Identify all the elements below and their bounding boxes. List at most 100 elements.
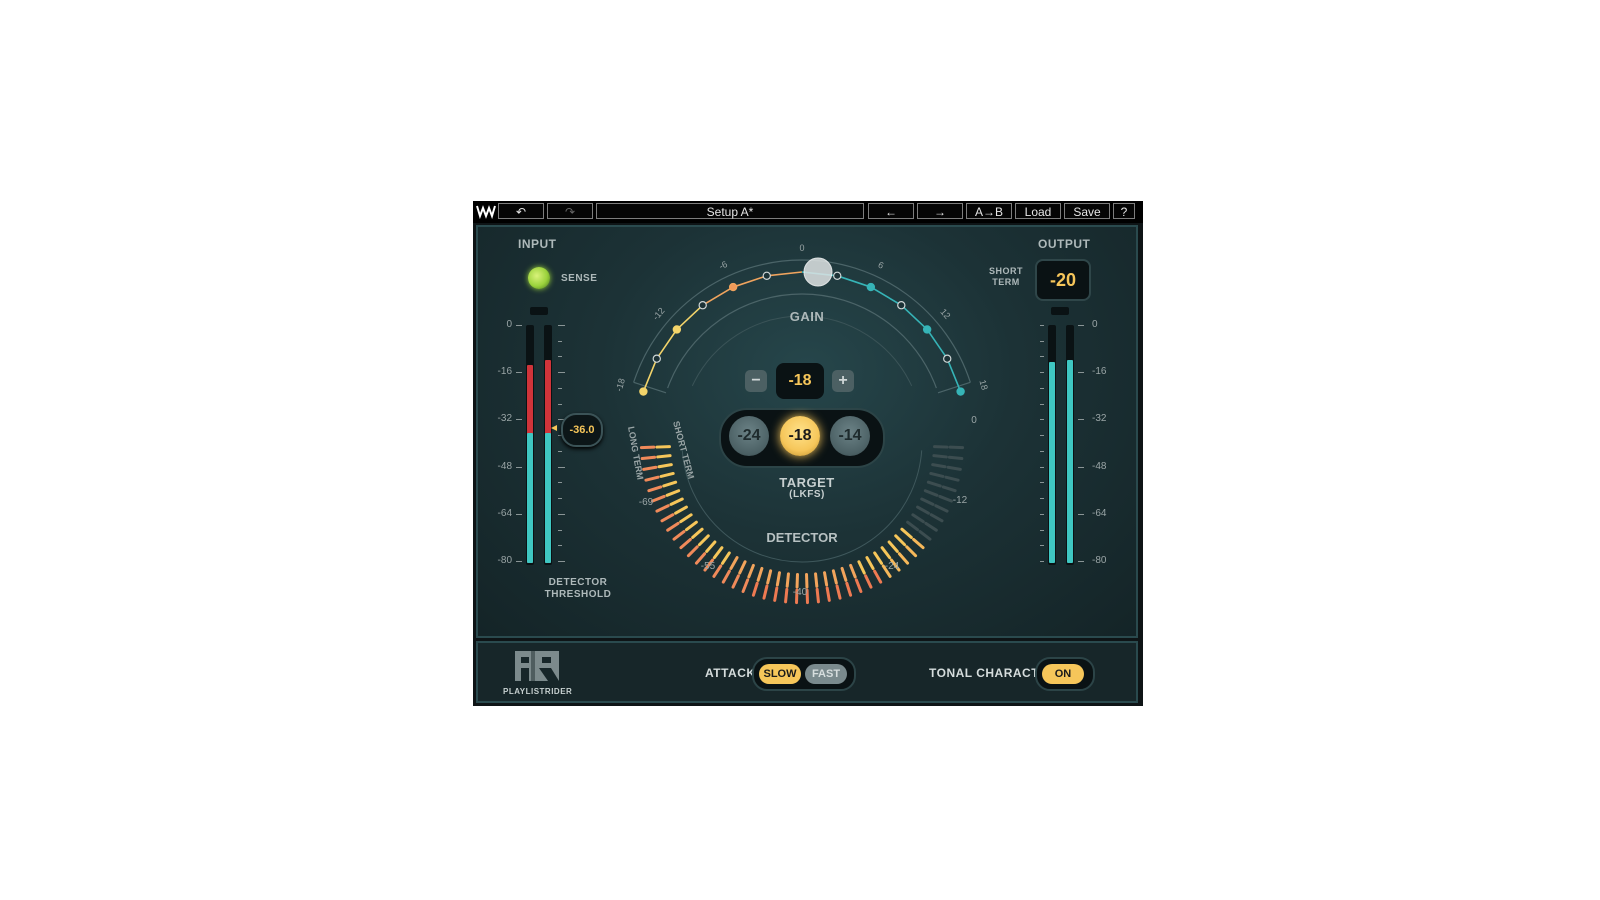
detector-threshold-knob[interactable]: -36.0	[561, 413, 603, 447]
detector-segment	[849, 563, 857, 579]
attack-fast-button[interactable]: FAST	[805, 664, 847, 684]
arrow-left-icon: ←	[885, 205, 897, 219]
brand-name: PLAYLISTRIDER	[503, 687, 573, 696]
scale-tick	[1078, 561, 1084, 562]
scale-tick	[516, 466, 522, 468]
detector-segment	[684, 520, 698, 532]
detector-segment	[665, 489, 681, 497]
threshold-tick	[558, 403, 562, 405]
output-tick	[1040, 325, 1044, 326]
output-tick	[1040, 340, 1044, 342]
scale-label: 0	[506, 319, 512, 330]
detector-segment	[912, 537, 925, 550]
detector-segment	[924, 521, 938, 532]
target-preset-14-button[interactable]: -14	[830, 416, 870, 456]
threshold-tick	[558, 498, 562, 500]
redo-button[interactable]: ↷	[547, 203, 593, 219]
detector-segment	[662, 480, 678, 488]
detector-segment	[938, 494, 953, 503]
sense-led[interactable]	[528, 267, 550, 289]
detector-segment	[731, 574, 740, 589]
output-tick	[1040, 450, 1044, 452]
detector-scale-label: -24	[885, 561, 900, 572]
scale-tick	[516, 372, 522, 374]
detector-segment	[825, 586, 831, 602]
target-preset-18-button[interactable]: -18	[780, 416, 820, 456]
target-minus-button[interactable]: −	[745, 370, 767, 392]
detector-segment	[686, 545, 699, 558]
playlistrider-plugin: ↶ ↷ Setup A* ← → A→B Load Save ? -18 -12 -…	[473, 201, 1143, 706]
output-tick	[1040, 419, 1044, 421]
scale-tick	[1078, 372, 1084, 374]
detector-segment	[931, 463, 947, 469]
detector-segment	[691, 527, 704, 539]
threshold-tick	[558, 356, 562, 358]
output-title: OUTPUT	[1038, 237, 1091, 251]
target-preset-24-button[interactable]: -24	[729, 416, 769, 456]
output-tick	[1040, 482, 1044, 484]
detector-segment	[873, 569, 883, 584]
detector-segment	[672, 530, 686, 541]
detector-segment	[660, 513, 675, 523]
detector-threshold-value: -36.0	[569, 424, 595, 436]
detector-segment	[835, 584, 842, 600]
detector-segment	[934, 504, 949, 513]
detector-segment	[640, 455, 657, 461]
scale-label: -32	[497, 413, 512, 425]
output-tick	[1040, 387, 1044, 389]
prev-setup-button[interactable]: ←	[868, 203, 914, 219]
load-button[interactable]: Load	[1015, 203, 1061, 219]
footer-bar: PLAYLISTRIDER ATTACK SLOW FAST TONAL CHA…	[476, 641, 1138, 703]
threshold-pointer-icon	[551, 425, 557, 431]
long-term-label: LONG TERM	[626, 426, 645, 481]
help-button[interactable]: ?	[1113, 203, 1135, 219]
detector-segment	[785, 572, 790, 588]
scale-label: -64	[1092, 507, 1107, 519]
detector-segment	[674, 505, 688, 515]
output-tick	[1040, 356, 1044, 358]
threshold-tick	[558, 561, 565, 562]
undo-button[interactable]: ↶	[498, 203, 544, 219]
detector-segment	[651, 494, 666, 503]
threshold-tick	[558, 325, 565, 326]
attack-label: ATTACK	[705, 666, 756, 680]
detector-segment	[857, 560, 866, 575]
scale-tick	[1078, 513, 1084, 515]
detector-segment	[659, 471, 675, 478]
detector-segment	[666, 521, 680, 532]
detector-segment	[823, 571, 829, 587]
detector-segment	[729, 556, 739, 570]
detector-scale-label: -40	[793, 587, 808, 598]
detector-segment	[941, 485, 957, 493]
plus-icon: +	[838, 372, 848, 389]
ab-compare-button[interactable]: A→B	[966, 203, 1012, 219]
undo-icon: ↶	[515, 205, 527, 219]
output-clip-indicator[interactable]	[1051, 307, 1069, 315]
gain-label: GAIN	[789, 309, 825, 324]
redo-icon: ↷	[564, 205, 576, 219]
setup-name-field[interactable]: Setup A*	[596, 203, 864, 219]
next-setup-button[interactable]: →	[917, 203, 963, 219]
threshold-tick	[558, 545, 562, 547]
detector-segment	[873, 551, 884, 565]
detector-segment	[679, 537, 692, 550]
tonal-character-on-button[interactable]: ON	[1042, 664, 1084, 684]
short-term-value: -20	[1049, 270, 1076, 290]
detector-segment	[679, 513, 693, 524]
detector-segment	[946, 465, 962, 471]
detector-segment	[738, 560, 747, 575]
output-tick	[1040, 466, 1044, 468]
input-clip-indicator[interactable]	[530, 307, 548, 315]
output-tick	[1040, 435, 1044, 437]
detector-segment	[880, 546, 892, 560]
main-panel: -18 -12 -6 0 6 12 18 DETECTOR LONG TERM SHORT TE…	[476, 225, 1138, 638]
attack-slow-button[interactable]: SLOW	[759, 664, 801, 684]
target-value: -18	[788, 372, 812, 389]
short-term-label: SHORT TERM	[989, 266, 1023, 287]
save-button[interactable]: Save	[1064, 203, 1110, 219]
short-term-readout: -20	[1035, 259, 1091, 301]
target-plus-button[interactable]: +	[832, 370, 854, 392]
detector-segment	[894, 534, 907, 547]
scale-tick	[1078, 325, 1084, 326]
detector-segment	[775, 571, 781, 587]
